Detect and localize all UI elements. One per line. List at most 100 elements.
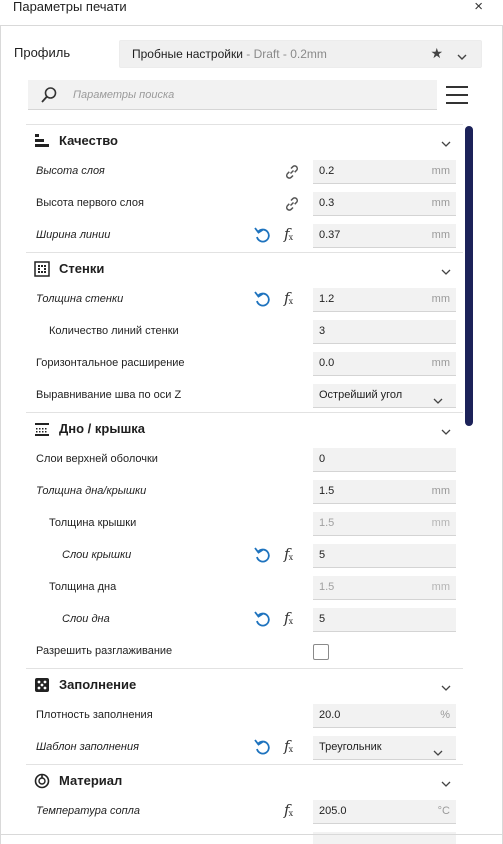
- formula-icon[interactable]: fx: [284, 289, 302, 309]
- setting-label: Шаблон заполнения: [36, 741, 139, 753]
- section-header-quality[interactable]: Качество: [26, 124, 463, 156]
- reset-icon[interactable]: [254, 738, 270, 756]
- field-unit: mm: [431, 581, 450, 593]
- search-icon: [40, 86, 58, 109]
- link-icon[interactable]: [283, 163, 301, 181]
- horizontal-expansion-field[interactable]: 0.0 mm: [313, 352, 456, 376]
- setting-label: Горизонтальное расширение: [36, 357, 185, 369]
- enable-ironing-checkbox[interactable]: [313, 644, 329, 660]
- setting-label: Слои дна: [62, 613, 110, 625]
- setting-row-top-surface-skin-layers: Слои верхней оболочки 0: [26, 444, 463, 476]
- field-value: 0.2: [319, 165, 335, 177]
- setting-row-infill-pattern: Шаблон заполнения fx Треугольник: [26, 732, 463, 764]
- setting-label: Толщина крышки: [49, 517, 137, 529]
- top-surface-skin-layers-field[interactable]: 0: [313, 448, 456, 472]
- field-value: 1.2: [319, 293, 335, 305]
- setting-label: Слои верхней оболочки: [36, 453, 158, 465]
- z-seam-alignment-dropdown[interactable]: Острейший угол: [313, 384, 456, 408]
- link-icon[interactable]: [283, 195, 301, 213]
- infill-pattern-dropdown[interactable]: Треугольник: [313, 736, 456, 760]
- setting-row-layer-height: Высота слоя 0.2 mm: [26, 156, 463, 188]
- bottom-layers-field[interactable]: 5: [313, 608, 456, 632]
- setting-row-top-thickness: Толщина крышки 1.5 mm: [26, 508, 463, 540]
- field-value: 0.0: [319, 357, 335, 369]
- setting-label: Выравнивание шва по оси Z: [36, 389, 182, 401]
- formula-icon[interactable]: fx: [284, 609, 302, 629]
- chevron-down-icon[interactable]: [441, 135, 451, 153]
- top-thickness-field[interactable]: 1.5 mm: [313, 512, 456, 536]
- setting-row-wall-thickness: Толщина стенки fx 1.2 mm: [26, 284, 463, 316]
- top-bottom-icon: [34, 421, 50, 437]
- field-value: 3: [319, 325, 326, 337]
- field-unit: mm: [431, 485, 450, 497]
- star-icon[interactable]: ★: [430, 45, 443, 62]
- setting-row-bottom-layers: Слои дна fx 5: [26, 604, 463, 636]
- field-value: 1.5: [319, 485, 335, 497]
- hamburger-menu-icon[interactable]: [446, 84, 468, 106]
- search-placeholder: Параметры поиска: [73, 89, 175, 101]
- reset-icon[interactable]: [254, 290, 270, 308]
- setting-row-top-bottom-thickness: Толщина дна/крышки 1.5 mm: [26, 476, 463, 508]
- section-title: Дно / крышка: [59, 421, 146, 436]
- field-value: 20.0: [319, 709, 341, 721]
- setting-label: Высота первого слоя: [36, 197, 144, 209]
- setting-row-wall-line-count: Количество линий стенки 3: [26, 316, 463, 348]
- wall-line-count-field[interactable]: 3: [313, 320, 456, 344]
- field-unit: mm: [431, 357, 450, 369]
- chevron-down-icon[interactable]: [441, 775, 451, 793]
- section-title: Материал: [59, 773, 123, 788]
- wall-thickness-field[interactable]: 1.2 mm: [313, 288, 456, 312]
- setting-row-line-width: Ширина линии fx 0.37 mm: [26, 220, 463, 252]
- formula-icon[interactable]: fx: [284, 737, 302, 757]
- profile-name-sub: - Draft - 0.2mm: [242, 47, 327, 61]
- field-unit: °C: [437, 805, 450, 817]
- close-icon[interactable]: ×: [474, 0, 483, 15]
- chevron-down-icon: [433, 744, 443, 762]
- setting-row-first-layer-height: Высота первого слоя 0.3 mm: [26, 188, 463, 220]
- field-unit: mm: [431, 293, 450, 305]
- layer-height-field[interactable]: 0.2 mm: [313, 160, 456, 184]
- window-title: Параметры печати: [13, 0, 127, 14]
- chevron-down-icon[interactable]: [441, 423, 451, 441]
- reset-icon[interactable]: [254, 546, 270, 564]
- field-value: Острейший угол: [319, 389, 403, 401]
- nozzle-temperature-field[interactable]: 205.0 °C: [313, 800, 456, 824]
- chevron-down-icon[interactable]: [441, 679, 451, 697]
- formula-icon[interactable]: fx: [284, 545, 302, 565]
- section-title: Качество: [59, 133, 118, 148]
- setting-label: Толщина дна: [49, 581, 117, 593]
- reset-icon[interactable]: [254, 610, 270, 628]
- field-value: 205.0: [319, 805, 347, 817]
- settings-list[interactable]: Качество Высота слоя 0.2 mm Высота первог…: [26, 124, 463, 844]
- section-header-material[interactable]: Материал: [26, 764, 463, 796]
- field-value: 5: [319, 613, 326, 625]
- section-header-infill[interactable]: Заполнение: [26, 668, 463, 700]
- setting-label: Разрешить разглаживание: [36, 645, 173, 657]
- top-bottom-thickness-field[interactable]: 1.5 mm: [313, 480, 456, 504]
- field-value: 1.5: [319, 581, 335, 593]
- bottom-thickness-field[interactable]: 1.5 mm: [313, 576, 456, 600]
- first-layer-height-field[interactable]: 0.3 mm: [313, 192, 456, 216]
- infill-density-field[interactable]: 20.0%: [313, 704, 456, 728]
- section-title: Стенки: [59, 261, 105, 276]
- scrollbar-thumb[interactable]: [465, 126, 473, 426]
- divider: [0, 834, 503, 835]
- reset-icon[interactable]: [254, 226, 270, 244]
- field-value: 0: [319, 453, 326, 465]
- formula-icon[interactable]: fx: [284, 801, 302, 821]
- field-value: Треугольник: [319, 741, 382, 753]
- search-input[interactable]: Параметры поиска: [28, 80, 437, 110]
- field-value: 5: [319, 549, 326, 561]
- section-header-top-bottom[interactable]: Дно / крышка: [26, 412, 463, 444]
- setting-label: Ширина линии: [36, 229, 111, 241]
- material-icon: [34, 773, 50, 789]
- profile-dropdown[interactable]: Пробные настройки - Draft - 0.2mm ★: [119, 40, 482, 68]
- top-layers-field[interactable]: 5: [313, 544, 456, 568]
- field-unit: mm: [431, 229, 450, 241]
- formula-icon[interactable]: fx: [284, 225, 302, 245]
- line-width-field[interactable]: 0.37 mm: [313, 224, 456, 248]
- chevron-down-icon[interactable]: [441, 263, 451, 281]
- section-header-walls[interactable]: Стенки: [26, 252, 463, 284]
- chevron-down-icon[interactable]: [457, 48, 467, 66]
- field-value: 0.3: [319, 197, 335, 209]
